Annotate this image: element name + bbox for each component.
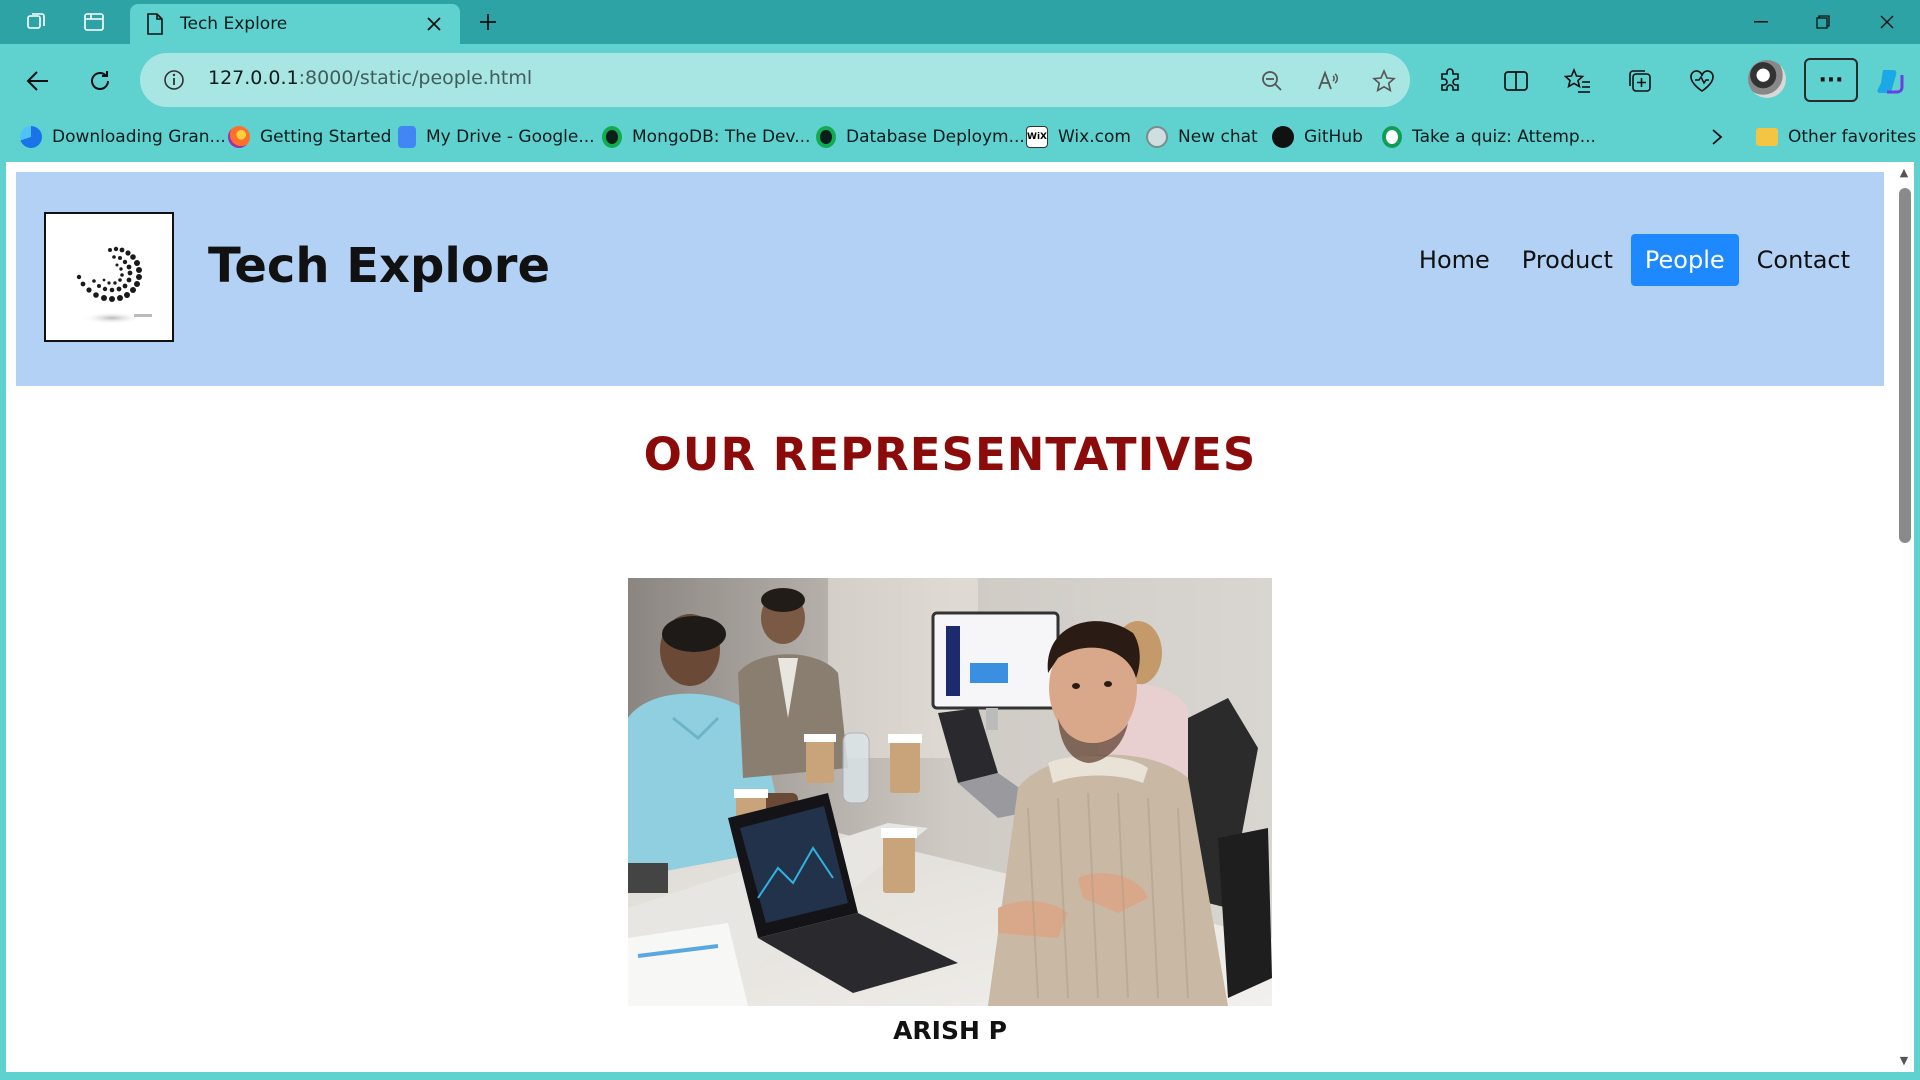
scroll-down-icon[interactable]: ▼ <box>1897 1054 1911 1068</box>
scrollbar-thumb[interactable] <box>1899 188 1911 543</box>
zoom-out-icon[interactable] <box>1258 67 1286 95</box>
mongodb-icon <box>602 126 622 148</box>
browser-toolbar: 127.0.0.1:8000/static/people.html ··· <box>0 44 1920 114</box>
wix-icon: WiX <box>1026 126 1048 148</box>
nav-link-home[interactable]: Home <box>1405 234 1504 286</box>
page-icon <box>144 13 166 35</box>
google-docs-icon <box>398 126 416 148</box>
bookmark-item[interactable]: GitHub <box>1272 124 1363 150</box>
split-screen-icon[interactable] <box>1496 61 1536 101</box>
bookmark-item[interactable]: Database Deploym... <box>816 124 1025 150</box>
extensions-icon[interactable] <box>1430 61 1470 101</box>
bookmark-item[interactable]: Take a quiz: Attemp... <box>1382 124 1596 150</box>
bookmarks-bar: Downloading Gran... Getting Started My D… <box>0 114 1920 160</box>
tab-tech-explore[interactable]: Tech Explore <box>130 4 460 44</box>
page-viewport: Tech Explore Home Product People Contact… <box>6 162 1908 1072</box>
tab-title: Tech Explore <box>180 14 288 34</box>
bookmark-item[interactable]: New chat <box>1146 124 1258 150</box>
nav-link-contact[interactable]: Contact <box>1743 234 1864 286</box>
representative-photo <box>628 578 1272 1006</box>
bookmark-item[interactable]: WiX Wix.com <box>1026 124 1131 150</box>
collections-icon[interactable] <box>1620 61 1660 101</box>
back-icon[interactable] <box>18 61 58 101</box>
minimize-icon[interactable] <box>1730 0 1792 44</box>
copilot-icon[interactable] <box>1870 61 1910 101</box>
site-header: Tech Explore Home Product People Contact <box>16 172 1884 386</box>
mongodb-icon <box>816 126 836 148</box>
site-logo[interactable] <box>44 212 174 342</box>
other-favorites[interactable]: Other favorites <box>1756 124 1916 150</box>
openai-icon <box>1146 126 1168 148</box>
scroll-up-icon[interactable]: ▲ <box>1897 166 1911 180</box>
site-title: Tech Explore <box>208 238 551 294</box>
browser-essentials-icon[interactable] <box>1682 61 1722 101</box>
workspaces-icon[interactable] <box>12 6 60 38</box>
close-tab-icon[interactable] <box>422 12 446 36</box>
nav-link-product[interactable]: Product <box>1508 234 1627 286</box>
favorites-icon[interactable] <box>1558 61 1598 101</box>
page-scrollbar[interactable]: ▲ ▼ <box>1894 162 1914 1072</box>
address-bar[interactable]: 127.0.0.1:8000/static/people.html <box>140 53 1410 107</box>
bookmark-item[interactable]: MongoDB: The Dev... <box>602 124 810 150</box>
bookmark-item[interactable]: Downloading Gran... <box>20 124 226 150</box>
browser-titlebar: Tech Explore <box>0 0 1920 44</box>
profile-avatar[interactable] <box>1748 60 1786 98</box>
spiral-logo-icon <box>76 246 152 324</box>
new-tab-icon[interactable] <box>470 6 506 38</box>
representative-name: ARISH P <box>893 1016 1007 1045</box>
read-aloud-icon[interactable] <box>1314 67 1342 95</box>
firefox-icon <box>228 126 250 148</box>
bookmark-item[interactable]: Getting Started <box>228 124 391 150</box>
favorite-star-icon[interactable] <box>1370 67 1398 95</box>
bookmarks-overflow-icon[interactable] <box>1710 124 1724 150</box>
nav-link-people[interactable]: People <box>1630 234 1739 286</box>
restore-icon[interactable] <box>1792 0 1854 44</box>
site-nav: Home Product People Contact <box>1401 234 1864 286</box>
page-heading: OUR REPRESENTATIVES <box>643 428 1257 481</box>
edge-icon <box>20 126 42 148</box>
tab-actions-icon[interactable] <box>70 6 118 38</box>
url-text[interactable]: 127.0.0.1:8000/static/people.html <box>208 67 532 89</box>
site-info-icon[interactable] <box>162 68 186 92</box>
quiz-icon <box>1382 126 1402 148</box>
close-window-icon[interactable] <box>1856 0 1918 44</box>
folder-icon <box>1756 128 1778 146</box>
bookmark-item[interactable]: My Drive - Google... <box>398 124 595 150</box>
settings-more-button[interactable]: ··· <box>1804 58 1858 102</box>
refresh-icon[interactable] <box>80 61 120 101</box>
github-icon <box>1272 126 1294 148</box>
